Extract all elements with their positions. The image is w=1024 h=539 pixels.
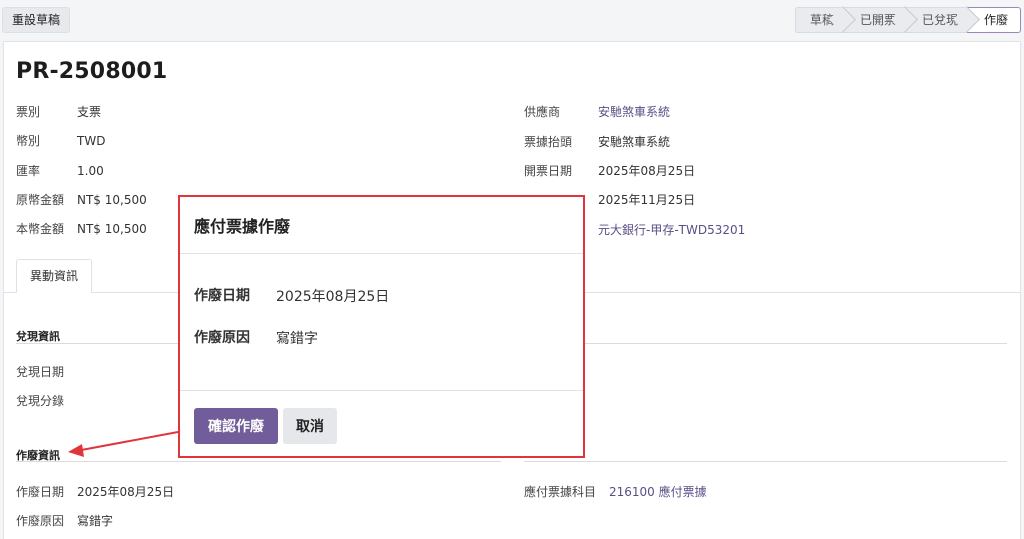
field-label-cash-entry: 兌現分錄: [16, 394, 65, 408]
dialog-label-void-reason: 作廢原因: [194, 330, 250, 346]
status-step-draft[interactable]: 草稿: [794, 7, 843, 33]
field-label-payee: 票據抬頭: [524, 135, 573, 149]
field-label-vendor: 供應商: [524, 105, 561, 119]
field-label-void-reason: 作廢原因: [16, 514, 65, 528]
control-panel: 重設草稿 草稿 已開票 已兌現 作廢: [0, 0, 1024, 40]
issue-date-value[interactable]: 2025年08月25日: [598, 164, 695, 178]
field-value[interactable]: NT$ 10,500: [77, 222, 147, 236]
dialog-void-date-input[interactable]: 2025年08月25日: [276, 286, 389, 306]
field-label-void-date: 作廢日期: [16, 485, 65, 499]
section-rule: [524, 461, 1007, 462]
payee-value[interactable]: 安馳煞車系統: [598, 135, 670, 149]
section-rule: [16, 461, 501, 462]
tab-change-info[interactable]: 異動資訊: [16, 259, 92, 293]
dialog-void-reason-input[interactable]: 寫錯字: [276, 328, 318, 348]
confirm-void-button[interactable]: 確認作廢: [194, 408, 278, 444]
section-rule: [524, 343, 1007, 344]
void-reason-value[interactable]: 寫錯字: [77, 514, 113, 528]
field-label: 匯率: [16, 164, 41, 178]
due-date-value[interactable]: 2025年11月25日: [598, 193, 695, 207]
dialog-title: 應付票據作廢: [194, 217, 291, 236]
payable-account-link[interactable]: 216100 應付票據: [609, 485, 707, 499]
field-note-type: 票別: [16, 104, 40, 120]
field-value[interactable]: 支票: [77, 105, 101, 119]
field-currency: 幣別: [16, 133, 40, 149]
field-value[interactable]: NT$ 10,500: [77, 193, 147, 207]
field-value[interactable]: TWD: [77, 134, 105, 148]
field-label: 幣別: [16, 134, 41, 148]
section-title-cash: 兌現資訊: [16, 330, 60, 343]
field-label-issue-date: 開票日期: [524, 164, 573, 178]
status-bar: 草稿 已開票 已兌現 作廢: [794, 7, 1021, 33]
record-title: PR-2508001: [16, 59, 168, 84]
field-label: 本幣金額: [16, 222, 65, 236]
cancel-button[interactable]: 取消: [283, 408, 337, 444]
field-value[interactable]: 1.00: [77, 164, 104, 178]
field-label: 票別: [16, 105, 41, 119]
field-label-payable-account: 應付票據科目: [524, 485, 597, 499]
bank-account-link[interactable]: 元大銀行-甲存-TWD53201: [598, 223, 745, 237]
dialog-footer-divider: [180, 390, 583, 391]
reset-to-draft-button[interactable]: 重設草稿: [2, 7, 71, 33]
void-dialog: 應付票據作廢 作廢日期 2025年08月25日 作廢原因 寫錯字 確認作廢 取消: [178, 195, 585, 458]
dialog-label-void-date: 作廢日期: [194, 288, 250, 304]
field-original-amount: 原幣金額: [16, 192, 64, 208]
dialog-header-divider: [180, 253, 583, 254]
field-local-amount: 本幣金額: [16, 221, 64, 237]
field-label: 原幣金額: [16, 193, 65, 207]
void-date-value[interactable]: 2025年08月25日: [77, 485, 174, 499]
vendor-link[interactable]: 安馳煞車系統: [598, 105, 670, 119]
field-rate: 匯率: [16, 163, 40, 179]
field-label-cash-date: 兌現日期: [16, 365, 65, 379]
